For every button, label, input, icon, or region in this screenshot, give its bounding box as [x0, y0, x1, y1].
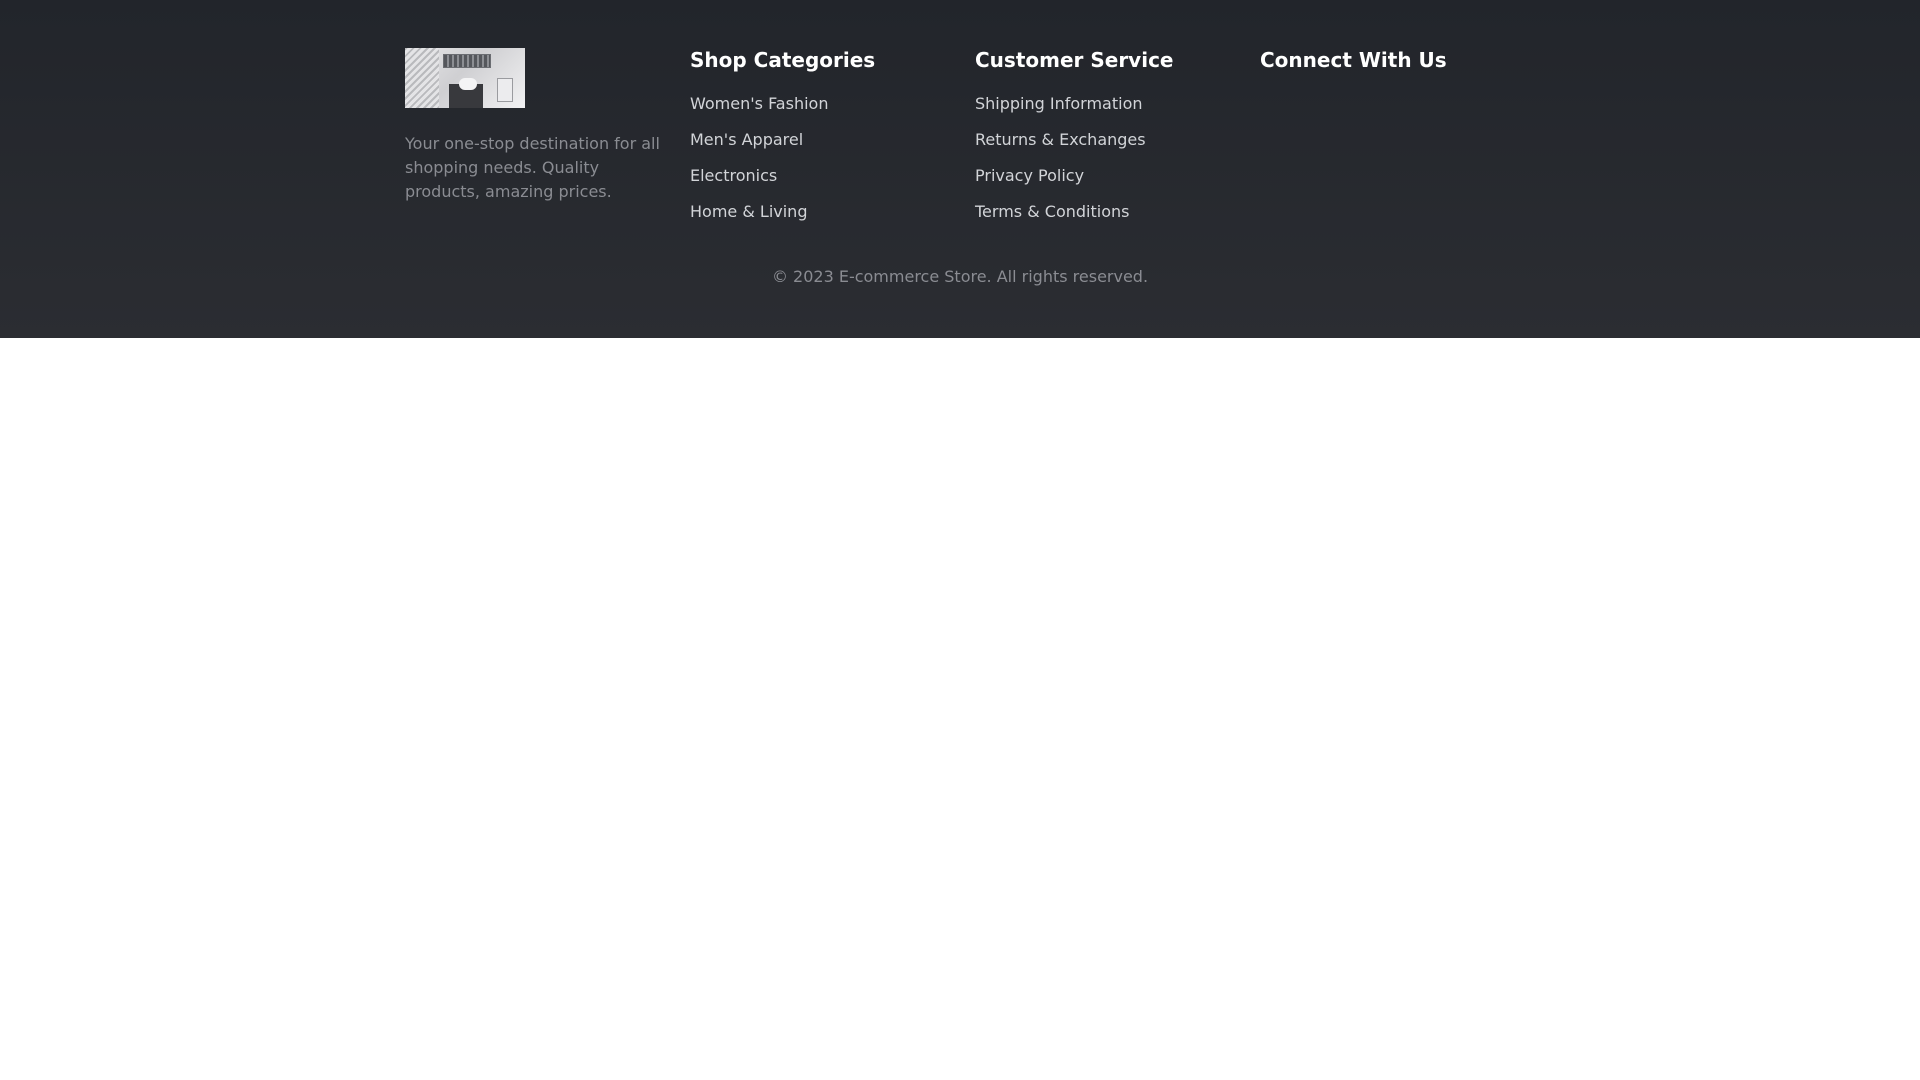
customer-service-heading: Customer Service: [975, 48, 1174, 72]
connect-with-us-heading: Connect With Us: [1260, 48, 1447, 72]
store-logo[interactable]: [405, 48, 525, 108]
list-item: Women's Fashion: [690, 92, 950, 128]
list-item: Electronics: [690, 164, 950, 200]
link-electronics[interactable]: Electronics: [690, 166, 777, 185]
list-item: Home & Living: [690, 200, 950, 236]
shop-categories-heading: Shop Categories: [690, 48, 876, 72]
footer-brand-column: Your one-stop destination for all shoppi…: [405, 48, 667, 204]
customer-service-list: Shipping Information Returns & Exchanges…: [975, 92, 1235, 236]
shop-categories-list: Women's Fashion Men's Apparel Electronic…: [690, 92, 950, 236]
link-mens-apparel[interactable]: Men's Apparel: [690, 130, 803, 149]
list-item: Returns & Exchanges: [975, 128, 1235, 164]
link-shipping-information[interactable]: Shipping Information: [975, 94, 1143, 113]
link-privacy-policy[interactable]: Privacy Policy: [975, 166, 1084, 185]
logo-image-detail: [459, 78, 477, 90]
copyright-text: © 2023 E-commerce Store. All rights rese…: [771, 267, 1149, 286]
brand-tagline: Your one-stop destination for all shoppi…: [405, 134, 660, 201]
footer-shop-column: Shop Categories Women's Fashion Men's Ap…: [690, 48, 950, 236]
list-item: Terms & Conditions: [975, 200, 1235, 236]
link-womens-fashion[interactable]: Women's Fashion: [690, 94, 828, 113]
logo-image-detail: [405, 48, 439, 108]
link-terms-conditions[interactable]: Terms & Conditions: [975, 202, 1129, 221]
list-item: Shipping Information: [975, 92, 1235, 128]
link-returns-exchanges[interactable]: Returns & Exchanges: [975, 130, 1146, 149]
link-home-living[interactable]: Home & Living: [690, 202, 807, 221]
footer-service-column: Customer Service Shipping Information Re…: [975, 48, 1235, 236]
site-footer: Your one-stop destination for all shoppi…: [0, 0, 1920, 338]
list-item: Privacy Policy: [975, 164, 1235, 200]
laptop-icon: [443, 54, 491, 68]
cup-icon: [497, 78, 513, 102]
footer-connect-column: Connect With Us: [1260, 48, 1520, 72]
list-item: Men's Apparel: [690, 128, 950, 164]
